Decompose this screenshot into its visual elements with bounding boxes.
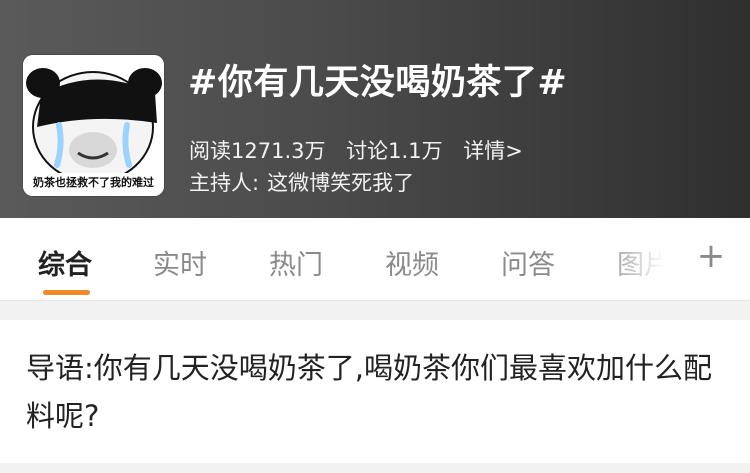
discussion-count: 讨论1.1万 [346, 139, 443, 163]
topic-avatar[interactable]: 奶茶也拯救不了我的难过 [23, 55, 164, 196]
topic-header: 奶茶也拯救不了我的难过 #你有几天没喝奶茶了# 阅读1271.3万 讨论1.1万… [0, 0, 750, 218]
details-link[interactable]: 详情> [463, 139, 523, 163]
topic-host: 主持人: 这微博笑死我了 [189, 167, 414, 197]
tab-video[interactable]: 视频 [385, 243, 439, 282]
topic-stats: 阅读1271.3万 讨论1.1万 详情> [189, 135, 523, 165]
tab-qa[interactable]: 问答 [501, 243, 555, 282]
tab-hot[interactable]: 热门 [269, 243, 323, 282]
bottom-divider [0, 463, 750, 473]
topic-tabbar: 综合 实时 热门 视频 问答 图片 + [0, 218, 750, 300]
plus-icon[interactable]: + [693, 236, 729, 276]
avatar-caption: 奶茶也拯救不了我的难过 [33, 176, 154, 189]
section-separator [0, 300, 750, 320]
tab-realtime[interactable]: 实时 [153, 243, 207, 282]
tab-comprehensive[interactable]: 综合 [38, 243, 92, 282]
active-tab-indicator [43, 290, 90, 295]
host-label: 主持人: [189, 171, 260, 195]
host-name-link[interactable]: 这微博笑死我了 [267, 171, 414, 195]
read-count: 阅读1271.3万 [189, 139, 326, 163]
topic-title: #你有几天没喝奶茶了# [188, 63, 568, 103]
topic-intro: 导语:你有几天没喝奶茶了,喝奶茶你们最喜欢加什么配料呢? [26, 351, 712, 433]
tab-scroll-fade [600, 218, 680, 300]
